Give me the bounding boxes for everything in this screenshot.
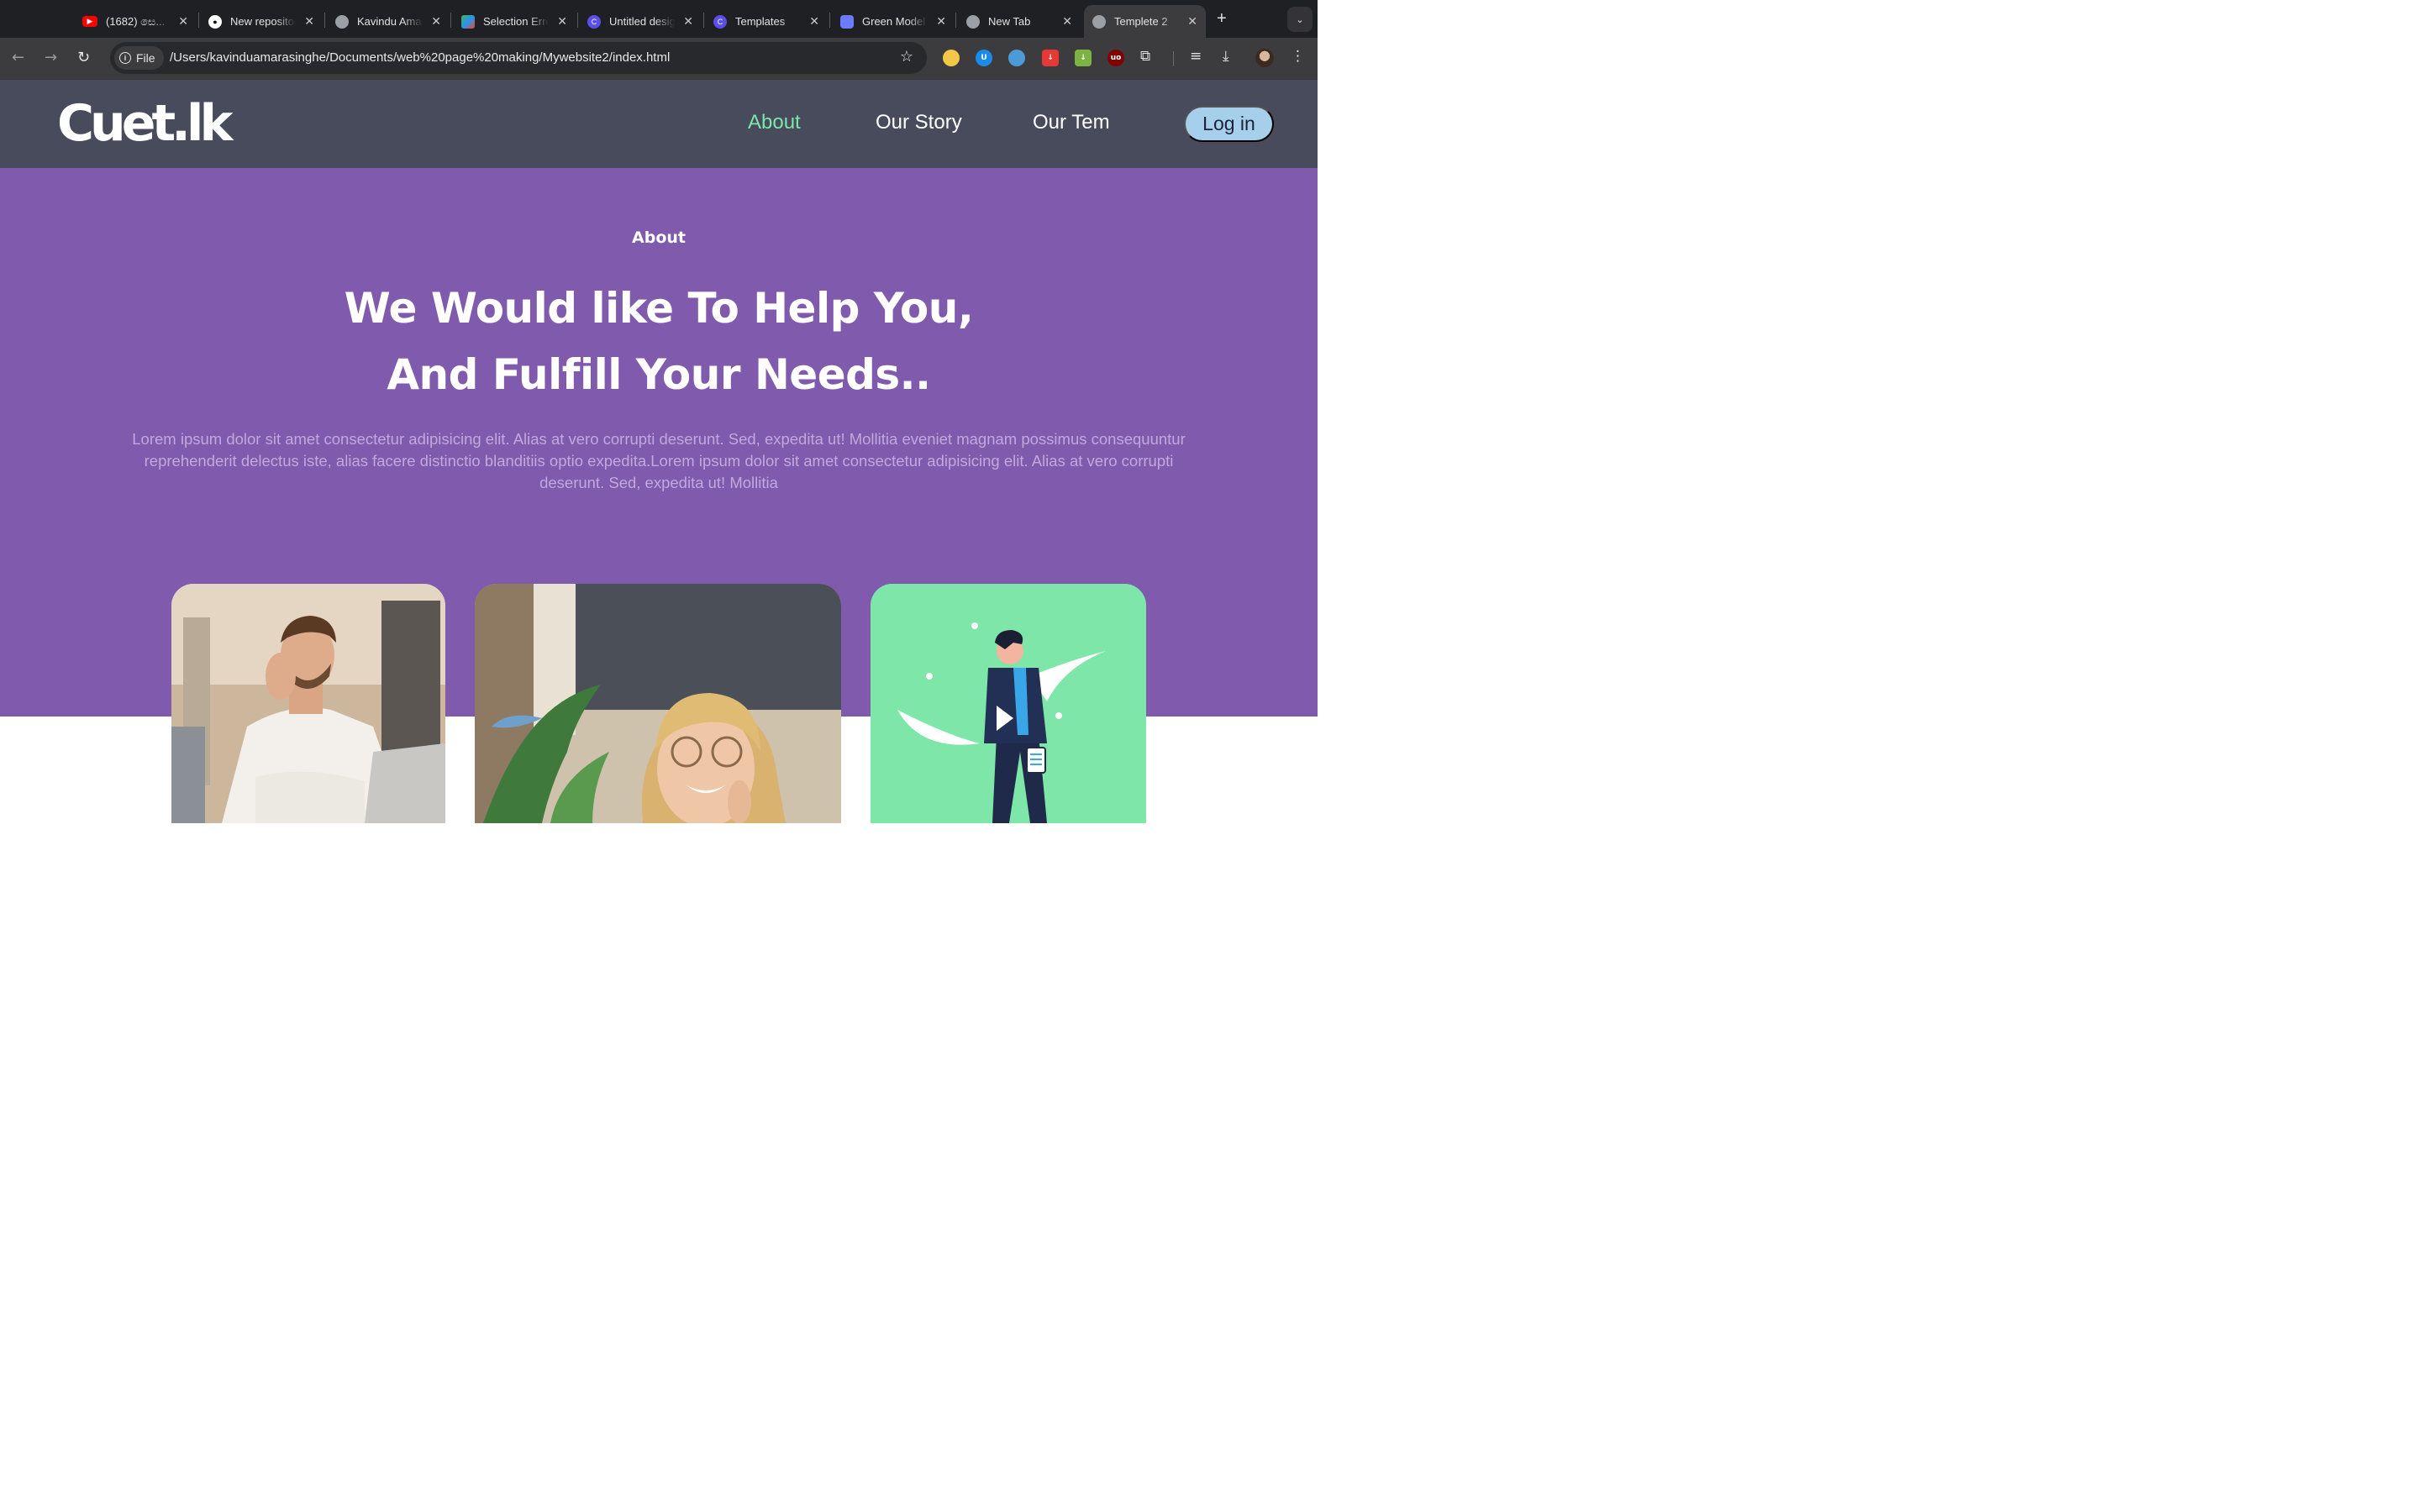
bookmark-star-icon[interactable]: ☆: [900, 48, 913, 66]
team-photo-woman: [475, 584, 841, 823]
close-icon[interactable]: ✕: [936, 14, 946, 29]
tab-title: New repository: [230, 15, 296, 28]
section-body-text: Lorem ipsum dolor sit amet consectetur a…: [132, 430, 1186, 491]
section-eyebrow: About: [632, 228, 686, 247]
tab-separator: [955, 13, 956, 28]
browser-tab[interactable]: C Templates ✕: [705, 5, 828, 38]
extension-icon[interactable]: [943, 50, 960, 66]
section-headline: We Would like To Help You, And Fulfill Y…: [0, 276, 1318, 408]
tab-title: Kavindu Amarasinghe: [357, 15, 423, 28]
tab-title: New Tab: [988, 15, 1031, 28]
browser-tab[interactable]: Selection Error ✕: [453, 5, 576, 38]
tab-separator: [450, 13, 451, 28]
browser-tab-active[interactable]: Templete 2 ✕: [1084, 5, 1206, 38]
close-icon[interactable]: ✕: [431, 14, 441, 29]
new-tab-button[interactable]: +: [1217, 9, 1227, 29]
extension-icon[interactable]: ↓: [1042, 50, 1059, 66]
browser-toolbar: ← → ↻ i File /Users/kavinduamarasinghe/D…: [0, 38, 1318, 80]
chrome-icon: [966, 14, 980, 29]
menu-kebab-icon[interactable]: ⋮: [1291, 48, 1305, 65]
headline-line-1: We Would like To Help You,: [344, 284, 974, 333]
tab-separator: [829, 13, 830, 28]
close-icon[interactable]: ✕: [683, 14, 693, 29]
close-icon[interactable]: ✕: [557, 14, 567, 29]
login-button[interactable]: Log in: [1184, 106, 1274, 142]
site-info-chip[interactable]: i File: [114, 46, 164, 70]
colorful-logo-icon: [461, 14, 475, 29]
url-text[interactable]: /Users/kavinduamarasinghe/Documents/web%…: [170, 50, 670, 65]
browser-tab[interactable]: C Untitled design ✕: [579, 5, 702, 38]
tab-search-button[interactable]: ⌄: [1287, 7, 1313, 32]
tab-title: Selection Error: [483, 15, 549, 28]
canva-icon: C: [587, 14, 601, 29]
close-icon[interactable]: ✕: [809, 14, 819, 29]
tab-title: Green Model: [862, 15, 926, 28]
extension-icon[interactable]: ↓: [1075, 50, 1092, 66]
close-icon[interactable]: ✕: [1187, 14, 1197, 29]
tab-title: Templete 2: [1114, 15, 1168, 28]
nav-link-our-team[interactable]: Our Tem: [1033, 111, 1110, 134]
browser-tab[interactable]: Green Model ✕: [832, 5, 955, 38]
illustration-card: [871, 584, 1146, 823]
close-icon[interactable]: ✕: [304, 14, 314, 29]
site-header: Cuet.lk About Our Story Our Tem Log in: [0, 80, 1318, 168]
browser-tab[interactable]: ● New repository ✕: [200, 5, 323, 38]
globe-icon: [335, 14, 349, 29]
media-control-icon[interactable]: ≡: [1190, 48, 1202, 65]
browser-tab[interactable]: New Tab ✕: [958, 5, 1081, 38]
tab-title: (1682) සෙ...: [106, 14, 166, 28]
info-icon: i: [119, 52, 131, 64]
github-icon: ●: [208, 14, 222, 29]
ublock-icon[interactable]: uo: [1107, 50, 1124, 66]
extension-icon[interactable]: [1008, 50, 1025, 66]
nav-link-our-story[interactable]: Our Story: [876, 111, 962, 134]
extension-icon[interactable]: U: [976, 50, 992, 66]
tab-separator: [577, 13, 578, 28]
reload-icon[interactable]: ↻: [77, 49, 90, 66]
site-logo[interactable]: Cuet.lk: [57, 90, 233, 157]
back-arrow-icon[interactable]: ←: [12, 49, 24, 66]
browser-tab-strip: ▶ (1682) සෙ... ✕ ● New repository ✕ Kavi…: [0, 0, 1318, 38]
canva-icon: C: [713, 14, 727, 29]
tab-separator: [703, 13, 704, 28]
tab-separator: [324, 13, 325, 28]
tab-separator: [198, 13, 199, 28]
browser-tab[interactable]: ▶ (1682) සෙ... ✕: [74, 5, 197, 38]
youtube-icon: ▶: [82, 16, 97, 27]
close-icon[interactable]: ✕: [178, 14, 188, 29]
file-label: File: [136, 51, 155, 65]
toolbar-separator: [1173, 51, 1174, 66]
tab-title: Untitled design: [609, 15, 675, 28]
browser-tab[interactable]: Kavindu Amarasinghe ✕: [327, 5, 450, 38]
download-icon[interactable]: ⤓: [1223, 48, 1229, 65]
headline-line-2: And Fulfill Your Needs..: [387, 350, 931, 399]
nav-link-about[interactable]: About: [748, 111, 801, 134]
address-bar[interactable]: i File /Users/kavinduamarasinghe/Documen…: [110, 42, 927, 74]
globe-icon: [1092, 14, 1106, 29]
team-photo-man: [171, 584, 445, 823]
puzzle-icon[interactable]: ⧉: [1140, 48, 1150, 65]
forward-arrow-icon[interactable]: →: [45, 49, 57, 66]
tab-title: Templates: [735, 15, 786, 28]
app-icon: [840, 14, 854, 29]
profile-avatar[interactable]: [1255, 49, 1274, 67]
close-icon[interactable]: ✕: [1062, 14, 1072, 29]
